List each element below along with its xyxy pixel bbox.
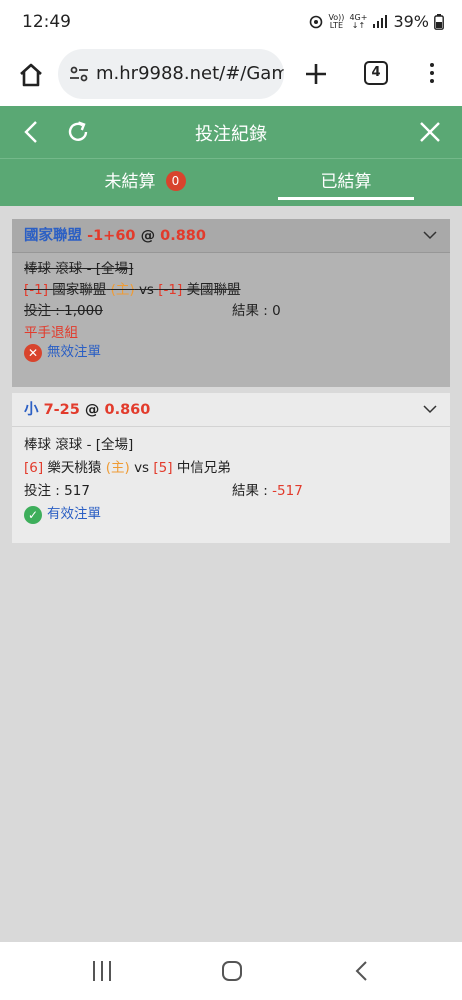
bet-card: 國家聯盟 -1+60 @ 0.880 棒球 滾球 - [全場] [-1] 國家聯… xyxy=(12,219,450,387)
bet-result: 結果 : 0 xyxy=(232,303,281,319)
bet-stake-row: 投注 : 1,000 結果 : 0 xyxy=(24,301,438,322)
bet-card-header[interactable]: 國家聯盟 -1+60 @ 0.880 xyxy=(12,219,450,253)
status-time: 12:49 xyxy=(22,12,71,32)
bet-card: 小 7-25 @ 0.860 棒球 滾球 - [全場] [6] 樂天桃猿 (主)… xyxy=(12,393,450,543)
bet-odds: 0.880 xyxy=(160,228,206,244)
url-text[interactable]: m.hr9988.net/#/Gam xyxy=(96,63,284,84)
status-icons: Vo)) LTE 4G+ ↓↑ 39% xyxy=(309,12,444,31)
bet-at: @ xyxy=(140,228,156,244)
tab-settled-label: 已結算 xyxy=(320,172,372,192)
tab-switcher-icon[interactable]: 4 xyxy=(364,61,388,85)
bet-card-header[interactable]: 小 7-25 @ 0.860 xyxy=(12,393,450,427)
bet-result: 結果 : -517 xyxy=(232,483,303,499)
nav-home-button[interactable] xyxy=(222,961,242,981)
chevron-down-icon[interactable] xyxy=(422,229,438,241)
browser-toolbar: m.hr9988.net/#/Gam 4 xyxy=(0,44,462,106)
system-nav-bar xyxy=(0,942,462,1000)
bet-status-label: 有效注單 xyxy=(47,506,101,522)
tune-icon[interactable] xyxy=(68,63,90,85)
tab-settled[interactable]: 已結算 xyxy=(278,159,414,207)
network-indicator: 4G+ ↓↑ xyxy=(349,12,368,30)
bet-status: ✓ 有效注單 xyxy=(24,504,438,525)
signal-icon xyxy=(373,14,388,28)
status-bar: 12:49 Vo)) LTE 4G+ ↓↑ 39% xyxy=(0,0,462,44)
recent-apps-button[interactable] xyxy=(91,961,113,981)
address-bar[interactable]: m.hr9988.net/#/Gam xyxy=(58,49,284,99)
hotspot-icon xyxy=(310,15,323,28)
plus-icon xyxy=(306,64,326,84)
bet-stake: 1,000 xyxy=(64,303,103,319)
new-tab-button[interactable] xyxy=(300,56,332,92)
bet-card-body: 棒球 滾球 - [全場] [6] 樂天桃猿 (主) vs [5] 中信兄弟 投注… xyxy=(12,427,450,543)
bet-team: 國家聯盟 xyxy=(24,228,82,244)
home-icon xyxy=(20,63,42,87)
more-vert-icon[interactable] xyxy=(420,59,444,89)
x-circle-icon: ✕ xyxy=(24,343,42,362)
tab-bar: 未結算 0 已結算 xyxy=(0,158,462,206)
bet-odds: 0.860 xyxy=(104,402,151,418)
tab-unsettled[interactable]: 未結算 0 xyxy=(60,159,230,207)
volte-indicator: Vo)) LTE xyxy=(328,12,345,30)
bet-sport: 棒球 滾球 - [全場] xyxy=(24,261,134,277)
bet-line: 7-25 xyxy=(43,402,80,418)
bet-note: 平手退組 xyxy=(24,325,78,341)
bet-line: -1+60 xyxy=(87,228,136,244)
active-tab-indicator xyxy=(278,197,414,200)
bet-team: 小 xyxy=(24,402,39,418)
battery-percent: 39% xyxy=(393,12,429,31)
battery-icon xyxy=(434,13,444,30)
bet-card-body: 棒球 滾球 - [全場] [-1] 國家聯盟 (主) vs [-1] 美國聯盟 … xyxy=(12,253,450,387)
app-header: 投注紀錄 xyxy=(0,106,462,158)
page-title: 投注紀錄 xyxy=(195,124,267,145)
bet-stake: 517 xyxy=(64,483,90,499)
bet-stake-row: 投注 : 517 結果 : -517 xyxy=(24,481,438,502)
bet-match: [-1] 國家聯盟 (主) vs [-1] 美國聯盟 xyxy=(24,282,241,298)
unsettled-count-badge: 0 xyxy=(165,171,186,191)
bet-status: ✕ 無效注單 xyxy=(24,342,438,363)
bet-match: [6] 樂天桃猿 (主) vs [5] 中信兄弟 xyxy=(24,460,231,476)
home-button[interactable] xyxy=(14,58,48,92)
bet-sport: 棒球 滾球 - [全場] xyxy=(24,437,134,453)
close-icon[interactable] xyxy=(416,118,444,146)
bet-at: @ xyxy=(84,402,100,418)
tab-unsettled-label: 未結算 xyxy=(104,172,156,192)
chevron-down-icon[interactable] xyxy=(422,403,438,415)
bet-status-label: 無效注單 xyxy=(47,344,101,360)
check-circle-icon: ✓ xyxy=(24,505,42,524)
nav-back-icon[interactable] xyxy=(352,960,372,982)
